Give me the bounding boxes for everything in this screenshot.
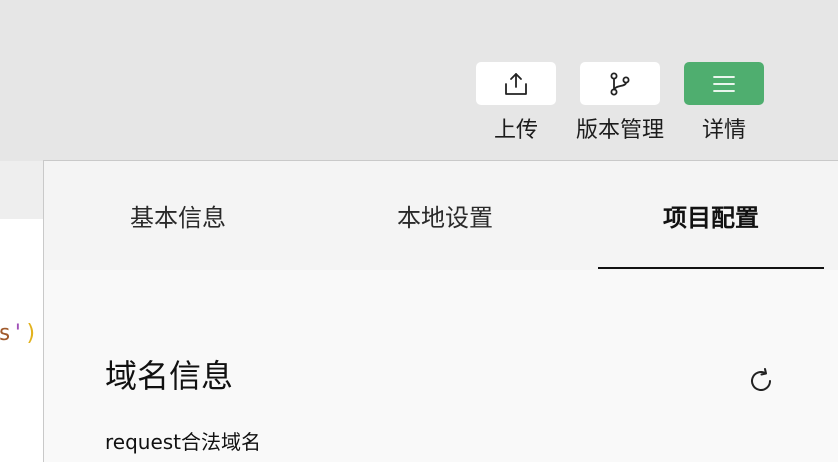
refresh-button[interactable] (744, 364, 778, 398)
tab-basic-info[interactable]: 基本信息 (65, 161, 291, 270)
version-management-label: 版本管理 (575, 118, 664, 143)
refresh-icon (751, 368, 771, 391)
code-paren: ) (24, 321, 38, 346)
upload-label: 上传 (493, 118, 538, 143)
tab-project-config[interactable]: 项目配置 (598, 161, 824, 270)
details-panel: 基本信息 本地设置 项目配置 域名信息 request合法域名 (43, 160, 838, 462)
code-quote: ' (11, 321, 25, 346)
panel-tabs: 基本信息 本地设置 项目配置 (44, 161, 838, 270)
version-management-button[interactable] (580, 62, 660, 105)
section-title: 域名信息 (105, 357, 234, 395)
code-char: s (0, 321, 12, 346)
tab-local-settings[interactable]: 本地设置 (332, 161, 558, 270)
git-branch-icon (610, 72, 630, 95)
upload-icon (505, 72, 527, 95)
request-domain-label: request合法域名 (105, 430, 262, 454)
details-label: 详情 (701, 118, 746, 143)
editor-tab-bar (0, 161, 43, 219)
active-tab-indicator (598, 267, 824, 269)
code-fragment: s') (0, 320, 38, 348)
menu-icon (713, 75, 735, 92)
details-button[interactable] (684, 62, 764, 105)
app-window: 上传 版本管理 详情 s') 基本信息 本地设置 项目配置 域名信息 reque… (0, 0, 838, 462)
upload-button[interactable] (476, 62, 556, 105)
